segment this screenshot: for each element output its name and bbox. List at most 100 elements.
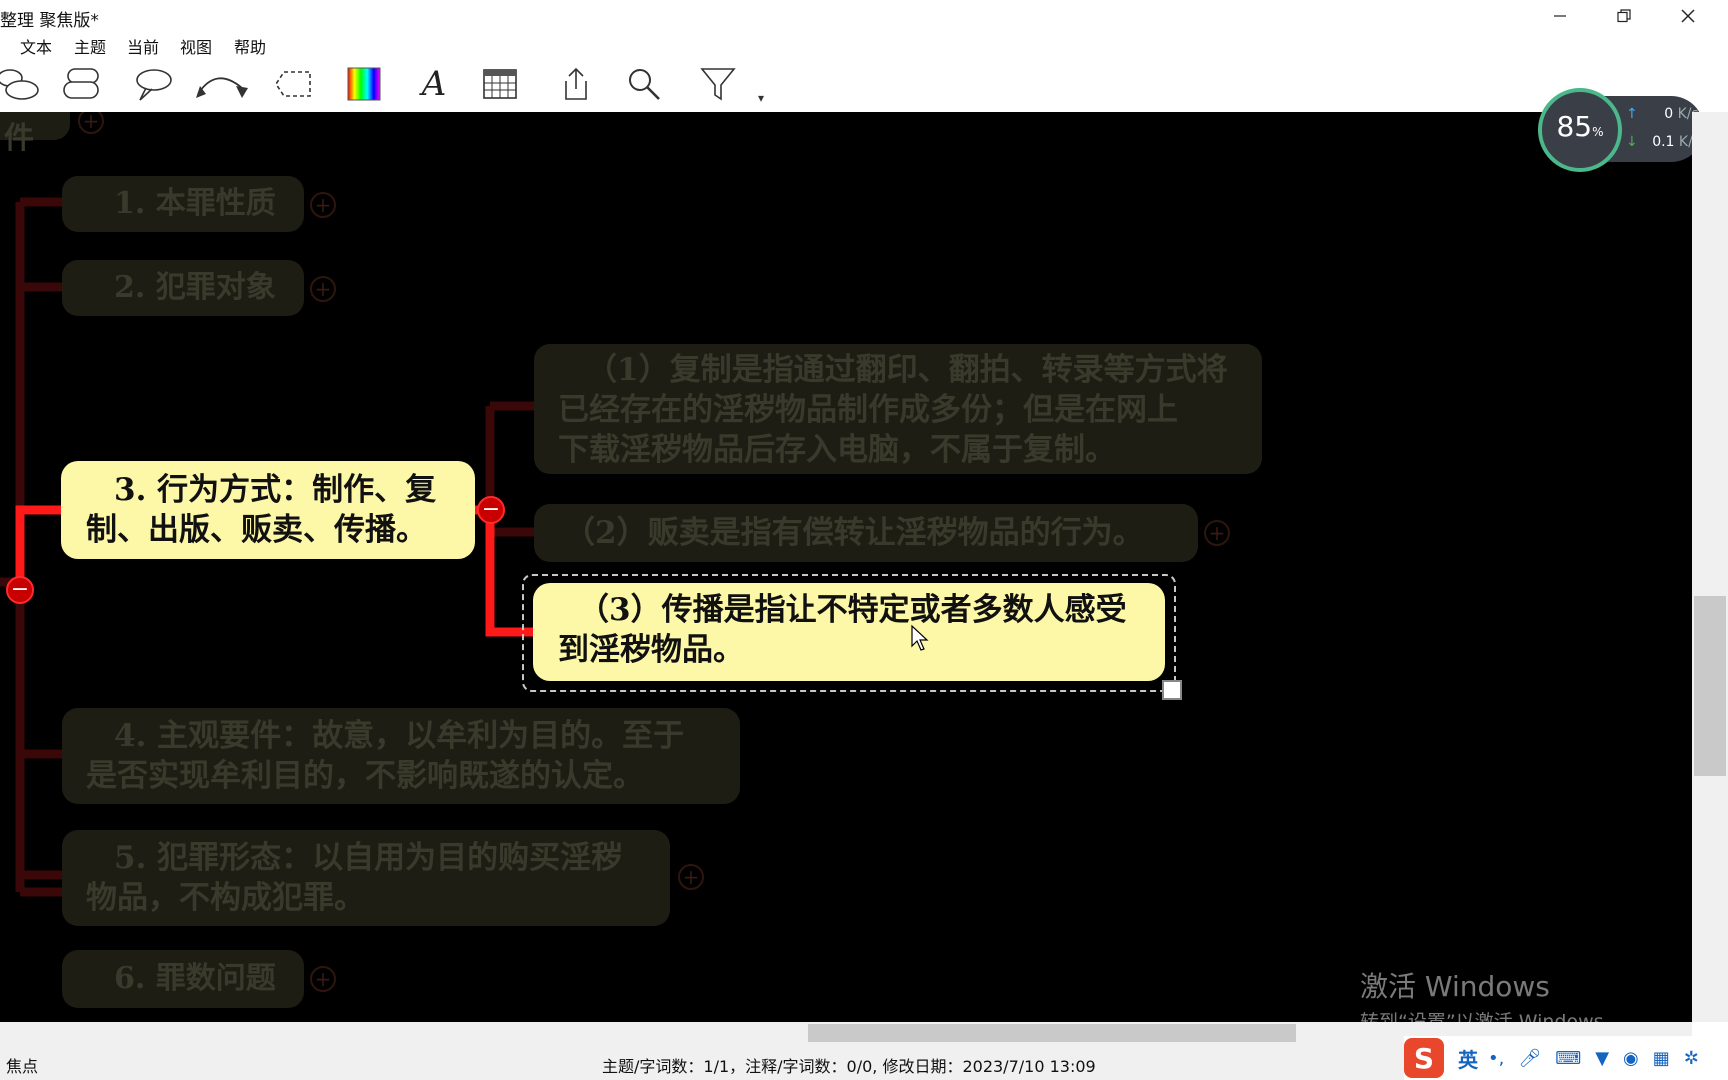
multi-topic-icon — [63, 68, 99, 99]
minus-icon: − — [10, 577, 30, 602]
topic-count[interactable]: 6. 罪数问题 — [62, 950, 304, 1008]
font-icon: A — [421, 64, 447, 104]
root-topic-label: 要件 — [4, 112, 34, 156]
color-button[interactable] — [344, 62, 384, 106]
table-button[interactable] — [480, 62, 520, 106]
color-gradient-icon — [347, 67, 381, 101]
topic-subjective[interactable]: 4. 主观要件：故意，以牟利为目的。至于 是否实现牟利目的，不影响既遂的认定。 — [62, 708, 740, 804]
plus-icon: + — [1208, 521, 1226, 545]
microphone-icon[interactable]: 🎤︎ — [1518, 1048, 1541, 1069]
close-icon — [1681, 9, 1695, 23]
menu-bar: 文本 主题 当前 视图 帮助 — [0, 32, 1728, 58]
punctuation-icon[interactable]: •, — [1488, 1048, 1504, 1069]
upload-arrow-icon: ↑ — [1626, 106, 1638, 122]
search-icon — [629, 69, 660, 100]
plus-icon: + — [82, 112, 100, 133]
keyboard-icon[interactable]: ⌨ — [1555, 1048, 1581, 1069]
game-icon[interactable]: ◉ — [1623, 1048, 1639, 1069]
toolbox-icon[interactable]: ▦ — [1653, 1048, 1670, 1069]
vertical-scroll-thumb[interactable] — [1694, 596, 1726, 776]
table-icon — [483, 69, 517, 99]
subtopic-sell-expand[interactable]: + — [1204, 520, 1230, 546]
plus-icon: + — [314, 193, 332, 217]
topic-shape-icon — [0, 69, 39, 100]
minimize-icon — [1554, 15, 1566, 17]
menu-topic[interactable]: 主题 — [74, 34, 106, 58]
menu-current[interactable]: 当前 — [127, 34, 159, 58]
subtopic-sell[interactable]: （2）贩卖是指有偿转让淫秽物品的行为。 — [534, 504, 1198, 562]
restore-button[interactable] — [1592, 0, 1656, 32]
share-button[interactable] — [556, 62, 596, 106]
upload-speed: ↑ 0 K/s — [1626, 106, 1699, 122]
subtopic-copy[interactable]: （1）复制是指通过翻印、翻拍、转录等方式将 已经存在的淫秽物品制作成多份；但是在… — [534, 344, 1262, 474]
topic-label: 6. 罪数问题 — [114, 961, 276, 996]
menu-view[interactable]: 视图 — [180, 34, 212, 58]
topic-label-line2: 制、出版、贩卖、传播。 — [86, 512, 427, 548]
topic-nature[interactable]: 1. 本罪性质 — [62, 176, 304, 232]
app-window: 整理 聚焦版* 文本 主题 当前 视图 帮助 A ▾ 件 + 1. 本罪性质 +… — [0, 0, 1728, 1080]
network-monitor-widget[interactable]: ↑ 0 K/s ↓ 0.1 K/s 85% — [1538, 88, 1708, 172]
settings-icon[interactable]: ✲ — [1684, 1048, 1699, 1069]
subtopic-label-line2: 到淫秽物品。 — [558, 632, 744, 668]
download-speed: ↓ 0.1 K/s — [1626, 134, 1700, 150]
ime-tool-icons: •, 🎤︎ ⌨ ▼ ◉ ▦ ✲ — [1488, 1048, 1699, 1069]
plus-icon: + — [314, 277, 332, 301]
upload-value: 0 — [1664, 106, 1674, 122]
topic-behavior-collapse[interactable]: − — [477, 496, 505, 524]
topic-count-expand[interactable]: + — [310, 966, 336, 992]
title-bar: 整理 聚焦版* — [0, 0, 1728, 32]
mouse-cursor-icon — [911, 624, 929, 651]
topic-form-expand[interactable]: + — [678, 864, 704, 890]
boundary-button[interactable] — [272, 62, 316, 106]
topic-nature-expand[interactable]: + — [310, 192, 336, 218]
skin-icon[interactable]: ▼ — [1595, 1048, 1609, 1069]
subtopic-spread[interactable]: （3）传播是指让不特定或者多数人感受 到淫秽物品。 — [534, 584, 1164, 680]
vertical-scrollbar[interactable] — [1692, 112, 1728, 1022]
filter-icon — [700, 68, 736, 101]
topic-object-expand[interactable]: + — [310, 276, 336, 302]
topic-label-line2: 是否实现牟利目的，不影响既遂的认定。 — [86, 758, 644, 794]
font-button[interactable]: A — [414, 62, 454, 106]
topic-shape-button[interactable] — [0, 62, 44, 106]
toolbar: A ▾ — [0, 58, 1728, 112]
multi-topic-button[interactable] — [60, 62, 108, 106]
ime-toolbar: S 英 •, 🎤︎ ⌨ ▼ ◉ ▦ ✲ — [1404, 1036, 1728, 1080]
mindmap-canvas[interactable]: 要件 + 1. 本罪性质 + 2. 犯罪对象 + 3. 行为方式：制作、复 制、… — [0, 112, 1692, 1022]
root-branch-collapse[interactable]: − — [6, 576, 34, 604]
restore-icon — [1617, 9, 1631, 23]
menu-help[interactable]: 帮助 — [234, 34, 266, 58]
topic-label-line1: 5. 犯罪形态：以自用为目的购买淫秽 — [114, 840, 623, 876]
topic-behavior[interactable]: 3. 行为方式：制作、复 制、出版、贩卖、传播。 — [62, 462, 474, 558]
usage-unit: % — [1592, 125, 1604, 139]
usage-percent: 85% — [1538, 110, 1622, 143]
download-arrow-icon: ↓ — [1626, 134, 1638, 150]
horizontal-scroll-thumb[interactable] — [808, 1024, 1296, 1042]
topic-object[interactable]: 2. 犯罪对象 — [62, 260, 304, 316]
subtopic-label-line2: 已经存在的淫秽物品制作成多份；但是在网上 — [558, 392, 1178, 428]
topic-label-line1: 3. 行为方式：制作、复 — [114, 472, 437, 508]
relationship-button[interactable] — [192, 62, 256, 106]
search-button[interactable] — [624, 62, 664, 106]
ime-logo-icon[interactable]: S — [1404, 1038, 1444, 1078]
topic-label: 2. 犯罪对象 — [114, 270, 276, 305]
subtopic-label: （2）贩卖是指有偿转让淫秽物品的行为。 — [564, 515, 1144, 551]
status-focus: 焦点 — [6, 1057, 39, 1076]
window-title: 整理 聚焦版* — [0, 11, 99, 31]
filter-button[interactable] — [696, 62, 740, 106]
minimize-button[interactable] — [1528, 0, 1592, 32]
close-button[interactable] — [1656, 0, 1720, 32]
plus-icon: + — [314, 967, 332, 991]
subtopic-label-line1: （1）复制是指通过翻印、翻拍、转录等方式将 — [586, 352, 1228, 388]
watermark-line1: 激活 Windows — [1360, 970, 1550, 1003]
topic-form[interactable]: 5. 犯罪形态：以自用为目的购买淫秽 物品，不构成犯罪。 — [62, 830, 670, 926]
boundary-icon — [275, 71, 311, 97]
subtopic-label-line1: （3）传播是指让不特定或者多数人感受 — [578, 592, 1127, 628]
minus-icon: − — [481, 497, 501, 522]
ime-language-toggle[interactable]: 英 — [1458, 1044, 1478, 1073]
callout-button[interactable] — [130, 62, 174, 106]
menu-text[interactable]: 文本 — [20, 34, 52, 58]
callout-icon — [136, 69, 172, 101]
root-topic-partial[interactable]: 要件 — [0, 112, 70, 156]
resize-handle[interactable] — [1162, 680, 1182, 700]
topic-label: 1. 本罪性质 — [114, 186, 276, 221]
